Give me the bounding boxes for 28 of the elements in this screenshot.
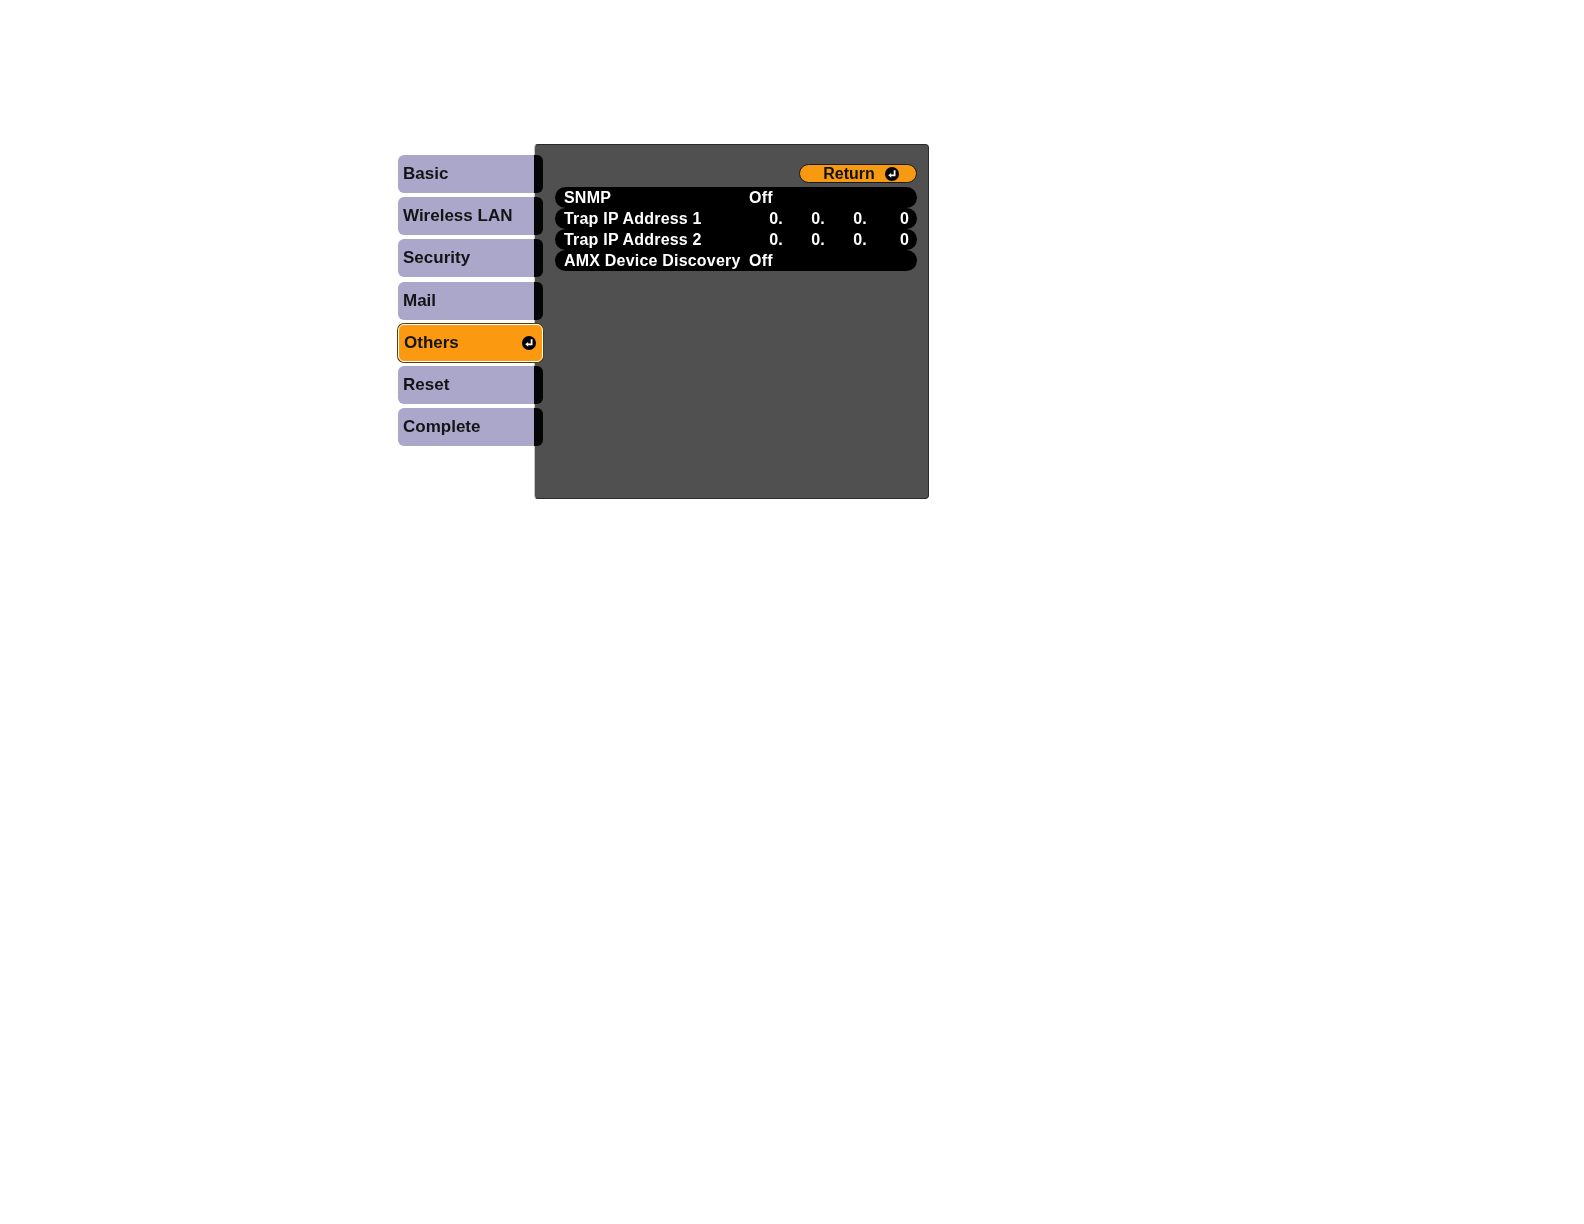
- ip-octet: 0.: [768, 230, 783, 249]
- ip-octet: 0: [898, 209, 909, 228]
- enter-icon: [884, 166, 899, 181]
- menu-tab[interactable]: Others: [398, 323, 543, 362]
- menu-tab[interactable]: Basic: [398, 155, 543, 193]
- menu-tab[interactable]: Wireless LAN: [398, 197, 543, 236]
- setting-label: SNMP: [564, 188, 613, 207]
- setting-value: Off: [749, 188, 773, 207]
- ip-octet: 0.: [852, 209, 867, 228]
- setting-row[interactable]: Trap IP Address 2 0. 0. 0. 0: [555, 229, 917, 250]
- setting-value: Off: [749, 251, 773, 270]
- setting-label: Trap IP Address 2: [564, 230, 703, 249]
- ip-octet: 0: [898, 230, 909, 249]
- setting-row[interactable]: Trap IP Address 1 0. 0. 0. 0: [555, 208, 917, 229]
- menu-tab[interactable]: Complete: [398, 408, 543, 447]
- ip-octet: 0.: [810, 230, 825, 249]
- setting-label: AMX Device Discovery: [564, 251, 741, 270]
- menu-tab[interactable]: Security: [398, 239, 543, 278]
- ip-octet: 0.: [810, 209, 825, 228]
- menu-tab[interactable]: Reset: [398, 365, 543, 404]
- return-button[interactable]: Return: [799, 164, 917, 183]
- menu-tab[interactable]: Mail: [398, 281, 543, 320]
- ip-octet: 0.: [852, 230, 867, 249]
- ip-octet: 0.: [768, 209, 783, 228]
- setting-label: Trap IP Address 1: [564, 209, 703, 228]
- setting-row[interactable]: SNMP Off: [555, 187, 917, 208]
- enter-icon: [522, 335, 536, 350]
- setting-row[interactable]: AMX Device Discovery Off: [555, 250, 917, 271]
